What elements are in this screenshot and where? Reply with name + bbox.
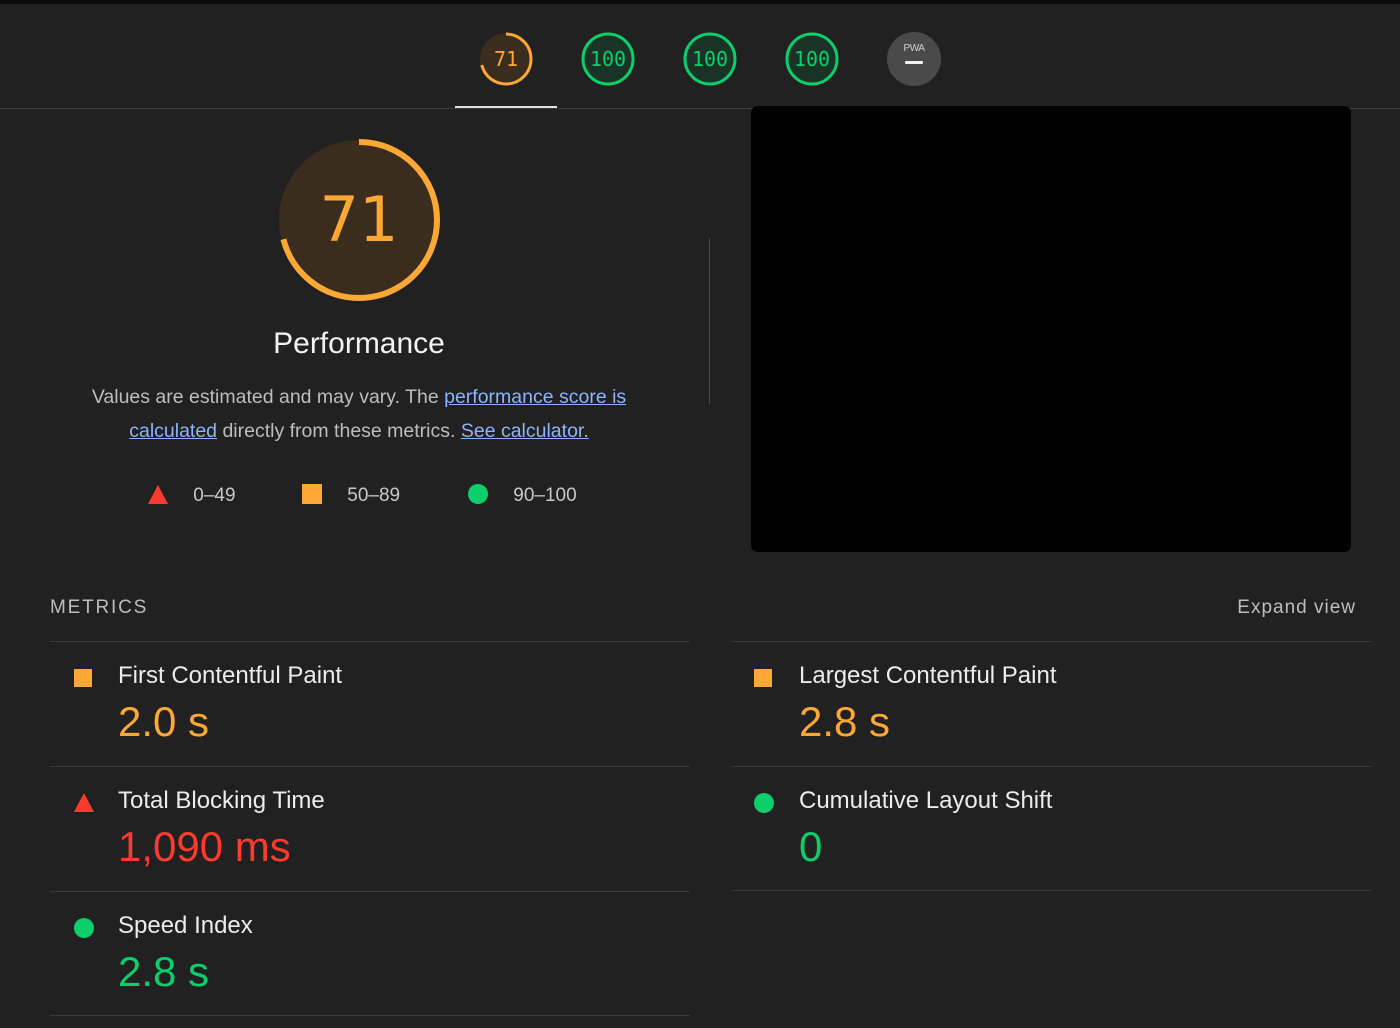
tab-seo-score[interactable]: 100 xyxy=(784,31,840,87)
metric-name: Speed Index xyxy=(118,912,253,939)
legend-label: 90–100 xyxy=(513,485,577,506)
orange-square-icon xyxy=(302,484,322,504)
vertical-divider xyxy=(709,238,710,404)
metric-value: 2.8 s xyxy=(799,698,891,745)
tab-performance-score[interactable]: 71 xyxy=(478,31,534,87)
green-circle-icon xyxy=(468,484,488,504)
green-circle-icon xyxy=(74,918,94,938)
performance-gauge: 71 xyxy=(276,137,442,303)
tab-score-value: 100 xyxy=(793,47,831,71)
page-screenshot-thumbnail xyxy=(751,106,1351,552)
red-triangle-icon xyxy=(148,485,168,504)
performance-title: Performance xyxy=(273,327,445,360)
legend-label: 50–89 xyxy=(347,485,401,506)
pwa-badge xyxy=(887,32,941,86)
performance-description: Values are estimated and may vary. The p… xyxy=(59,380,659,448)
metric-value: 2.8 s xyxy=(118,948,210,995)
metrics-heading: METRICS xyxy=(50,597,149,618)
metric-name: Cumulative Layout Shift xyxy=(799,787,1053,814)
red-triangle-icon xyxy=(74,793,94,812)
legend-average: 50–89 xyxy=(302,478,400,514)
category-tabs: 71 100 100 100 PWA xyxy=(0,4,1400,109)
metric-value: 1,090 ms xyxy=(118,823,291,870)
legend-label: 0–49 xyxy=(193,485,236,506)
expand-view-button[interactable]: Expand view xyxy=(1237,597,1356,619)
tab-score-value: 100 xyxy=(589,47,627,71)
pwa-dash-icon xyxy=(905,61,923,64)
metric-cumulative-layout-shift: Cumulative Layout Shift 0 xyxy=(731,766,1371,892)
metric-largest-contentful-paint: Largest Contentful Paint 2.8 s xyxy=(731,641,1371,767)
tab-accessibility-score[interactable]: 100 xyxy=(580,31,636,87)
pwa-label: PWA xyxy=(903,43,925,54)
metric-name: Total Blocking Time xyxy=(118,787,325,814)
metric-value: 2.0 s xyxy=(118,698,210,745)
metric-speed-index: Speed Index 2.8 s xyxy=(50,891,690,1017)
metric-first-contentful-paint: First Contentful Paint 2.0 s xyxy=(50,641,690,767)
description-text: directly from these metrics. xyxy=(217,420,461,442)
score-legend: 0–49 50–89 90–100 xyxy=(0,478,700,514)
metric-name: First Contentful Paint xyxy=(118,662,343,689)
orange-square-icon xyxy=(74,669,92,687)
legend-pass: 90–100 xyxy=(468,478,577,514)
row-divider xyxy=(731,890,1371,891)
selected-tab-indicator xyxy=(455,106,557,108)
green-circle-icon xyxy=(754,793,774,813)
tab-score-value: 71 xyxy=(493,47,519,71)
metric-total-blocking-time: Total Blocking Time 1,090 ms xyxy=(50,766,690,892)
performance-score: 71 xyxy=(319,183,399,256)
description-text: Values are estimated and may vary. The xyxy=(91,386,445,408)
legend-fail: 0–49 xyxy=(148,478,236,514)
orange-square-icon xyxy=(754,669,772,687)
see-calculator-link[interactable]: See calculator. xyxy=(461,420,589,442)
tab-pwa[interactable]: PWA xyxy=(886,31,942,87)
tab-score-value: 100 xyxy=(691,47,729,71)
tab-best-practices-score[interactable]: 100 xyxy=(682,31,738,87)
metric-name: Largest Contentful Paint xyxy=(799,662,1057,689)
row-divider xyxy=(50,1015,690,1016)
metric-value: 0 xyxy=(799,823,823,870)
